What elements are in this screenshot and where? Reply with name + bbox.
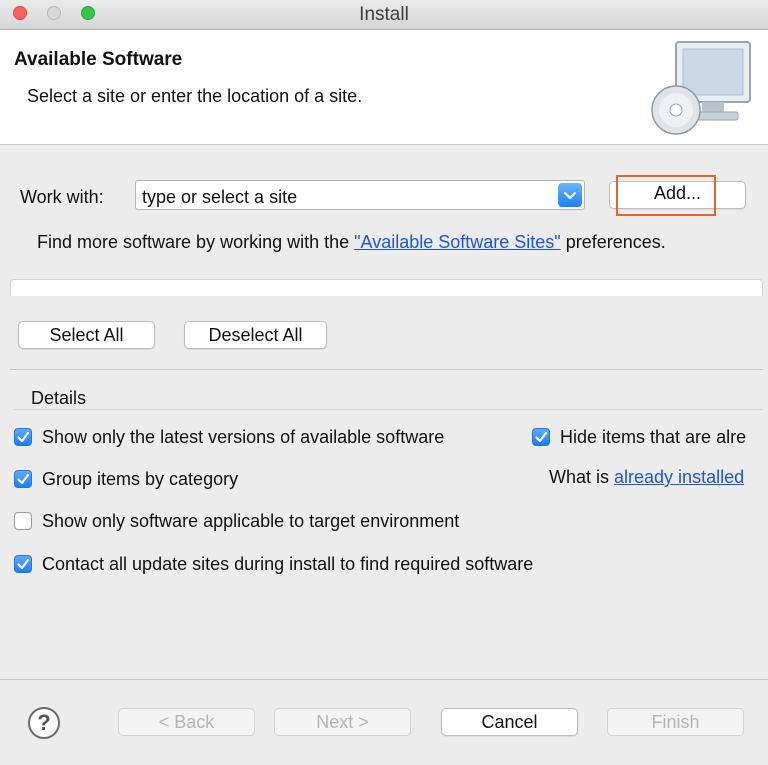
hint-suffix: preferences. — [560, 232, 666, 252]
add-site-label[interactable]: Add... — [609, 183, 746, 204]
software-list[interactable] — [10, 279, 763, 296]
footer-separator — [0, 679, 768, 680]
page-title: Available Software — [14, 49, 183, 70]
details-group-rule — [14, 409, 763, 410]
page-description: Select a site or enter the location of a… — [27, 86, 363, 106]
available-software-sites-link[interactable]: "Available Software Sites" — [354, 232, 561, 252]
cancel-button[interactable]: Cancel — [441, 708, 578, 736]
deselect-all-button[interactable]: Deselect All — [184, 321, 327, 349]
option-hide-installed[interactable]: Hide items that are alre — [532, 428, 768, 450]
option-label[interactable]: Group items by category — [42, 469, 238, 490]
chevron-down-icon[interactable] — [558, 183, 582, 207]
next-button[interactable]: Next > — [274, 708, 411, 736]
installed-prefix: What is — [549, 467, 615, 487]
software-sites-hint: Find more software by working with the "… — [37, 232, 666, 253]
help-icon[interactable]: ? — [28, 707, 60, 739]
select-all-button[interactable]: Select All — [18, 321, 155, 349]
finish-button[interactable]: Finish — [607, 708, 744, 736]
option-label[interactable]: Show only software applicable to target … — [42, 511, 459, 532]
back-button[interactable]: < Back — [118, 708, 255, 736]
window-title: Install — [359, 4, 409, 25]
details-separator — [10, 369, 763, 370]
site-combo[interactable]: type or select a site — [135, 180, 585, 210]
details-label: Details — [31, 388, 87, 408]
title-bar: Install — [0, 0, 768, 30]
option-label[interactable]: Show only the latest versions of availab… — [42, 427, 444, 448]
checkbox-checked-icon[interactable] — [14, 555, 32, 573]
checkbox-checked-icon[interactable] — [14, 428, 32, 446]
install-computer-icon — [651, 41, 751, 135]
already-installed-link[interactable]: already installed — [614, 467, 744, 487]
option-label[interactable]: Hide items that are alre — [560, 428, 746, 448]
checkbox-checked-icon[interactable] — [532, 428, 550, 446]
work-with-label: Work with: — [20, 187, 104, 207]
site-combo-text[interactable]: type or select a site — [142, 187, 297, 208]
already-installed-hint: What is already installed — [549, 467, 768, 489]
hint-prefix: Find more software by working with the — [37, 232, 355, 252]
checkbox-checked-icon[interactable] — [14, 470, 32, 488]
option-label[interactable]: Contact all update sites during install … — [42, 554, 533, 575]
checkbox-unchecked-icon[interactable] — [14, 512, 32, 530]
